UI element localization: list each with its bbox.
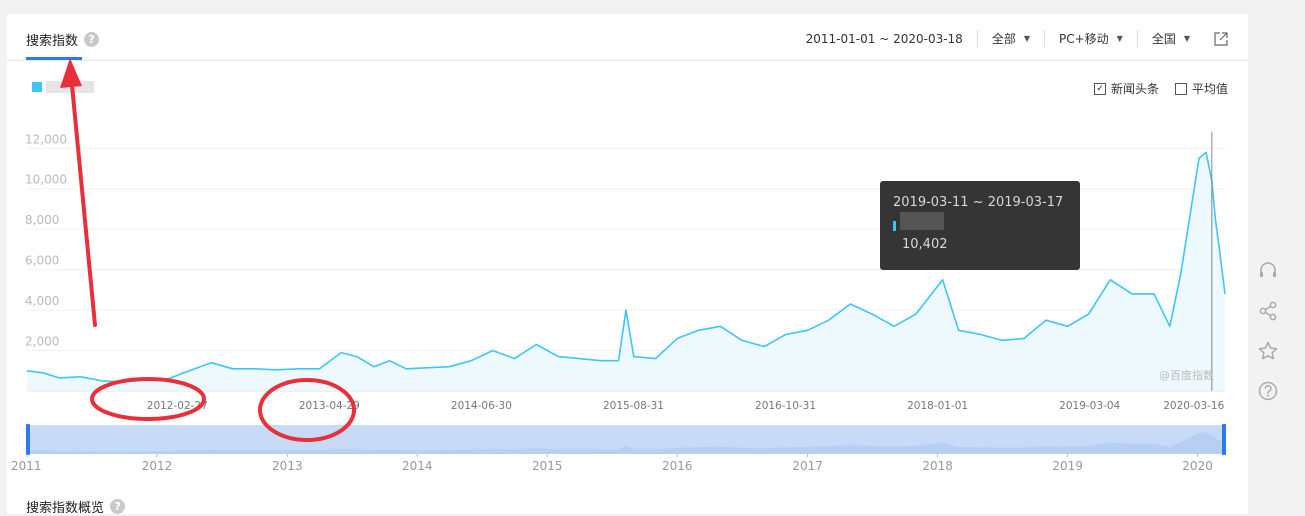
y-tick-label: 8,000 xyxy=(25,213,59,227)
overview-section-title: 搜索指数概览 ? xyxy=(26,497,126,516)
navigator-year-label: 2020 xyxy=(1182,459,1213,473)
navigator-left-handle xyxy=(26,424,30,455)
x-tick-label: 2015-08-31 xyxy=(603,400,664,412)
navigator-year-label: 2019 xyxy=(1052,459,1083,473)
y-tick-label: 10,000 xyxy=(25,173,67,187)
y-tick-label: 6,000 xyxy=(25,254,59,268)
search-index-card: 搜索指数 ? 2011-01-01 ~ 2020-03-18 全部 ▼ PC+移… xyxy=(7,14,1248,516)
y-tick-label: 12,000 xyxy=(25,132,67,146)
y-tick-label: 2,000 xyxy=(25,335,59,349)
navigator-year-label: 2013 xyxy=(272,459,303,473)
floating-sidebar xyxy=(1248,248,1288,416)
navigator-year-label: 2012 xyxy=(142,459,173,473)
navigator-year-label: 2018 xyxy=(922,459,953,473)
x-tick-label: 2013-04-29 xyxy=(299,400,360,412)
x-tick-label: 2012-02-27 xyxy=(147,400,208,412)
chart-tooltip: 2019-03-11 ~ 2019-03-17 10,402 xyxy=(880,181,1080,270)
x-tick-label: 2020-03-16 xyxy=(1163,400,1224,412)
tooltip-series-name-redacted xyxy=(900,212,944,230)
x-tick-label: 2016-10-31 xyxy=(755,400,816,412)
navigator-year-label: 2017 xyxy=(792,459,823,473)
navigator-year-label: 2015 xyxy=(532,459,563,473)
headset-icon[interactable] xyxy=(1257,260,1279,282)
navigator-year-label: 2016 xyxy=(662,459,693,473)
navigator-right-handle xyxy=(1222,424,1226,455)
y-tick-label: 4,000 xyxy=(25,294,59,308)
share-icon[interactable] xyxy=(1257,300,1279,322)
overview-title-label: 搜索指数概览 xyxy=(26,501,105,516)
x-tick-label: 2014-06-30 xyxy=(451,400,512,412)
x-tick-label: 2019-03-04 xyxy=(1059,400,1120,412)
navigator-year-label: 2014 xyxy=(402,459,433,473)
watermark: @百度指数 xyxy=(1159,369,1214,382)
tooltip-value: 10,402 xyxy=(902,237,948,252)
question-icon[interactable] xyxy=(1257,380,1279,402)
tooltip-series-swatch xyxy=(893,221,896,231)
tooltip-date-range: 2019-03-11 ~ 2019-03-17 xyxy=(893,195,1064,210)
navigator-year-label: 2011 xyxy=(11,459,42,473)
x-tick-label: 2018-01-01 xyxy=(907,400,968,412)
help-icon[interactable]: ? xyxy=(110,499,126,514)
star-icon[interactable] xyxy=(1257,340,1279,362)
